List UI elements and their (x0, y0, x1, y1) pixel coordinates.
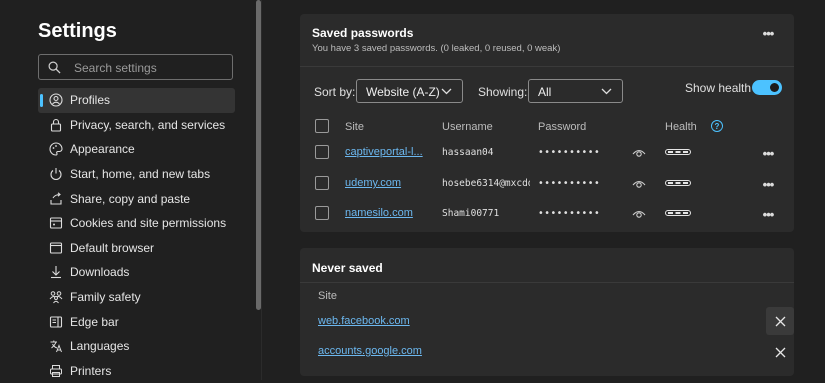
column-header-username: Username (442, 121, 493, 133)
row-more-options-icon[interactable]: ••• (758, 146, 778, 161)
lock-icon (48, 117, 64, 133)
row-more-options-icon[interactable]: ••• (758, 207, 778, 222)
select-all-checkbox[interactable] (315, 119, 329, 133)
sidebar-item-label: Printers (70, 363, 112, 378)
health-strong-icon (665, 149, 691, 155)
share-icon (48, 191, 64, 207)
search-input[interactable] (72, 58, 226, 78)
saved-passwords-title: Saved passwords (312, 26, 414, 40)
username-value: hosebe6314@mxcdd (442, 178, 530, 189)
download-icon (48, 264, 64, 280)
chevron-down-icon (441, 88, 452, 95)
sort-value: Website (A-Z) (366, 85, 440, 99)
show-health-toggle[interactable] (752, 80, 782, 95)
column-header-site: Site (318, 290, 337, 302)
sidebar-item-label: Default browser (70, 240, 155, 255)
row-checkbox[interactable] (315, 145, 329, 159)
saved-passwords-summary: You have 3 saved passwords. (0 leaked, 0… (312, 43, 561, 54)
password-value: •••••••••• (538, 147, 601, 158)
eye-icon[interactable] (632, 148, 646, 158)
site-link[interactable]: namesilo.com (345, 207, 413, 219)
close-icon (775, 347, 785, 357)
sidebar: Settings Profiles Privacy, search, and s… (0, 0, 255, 380)
help-icon[interactable]: ? (711, 120, 723, 132)
palette-icon (48, 141, 64, 157)
column-header-password: Password (538, 121, 587, 133)
cookie-icon (48, 215, 64, 231)
site-link[interactable]: captiveportal-l... (345, 146, 423, 158)
sidebar-item-start-home[interactable]: Start, home, and new tabs (38, 162, 235, 187)
username-value: hassaan04 (442, 147, 494, 158)
column-header-health: Health (665, 121, 697, 133)
sidebar-item-downloads[interactable]: Downloads (38, 260, 235, 285)
sidebar-item-label: Edge bar (70, 314, 119, 329)
row-more-options-icon[interactable]: ••• (758, 177, 778, 192)
sort-dropdown[interactable]: Website (A-Z) (356, 79, 463, 103)
family-icon (48, 289, 64, 305)
showing-label: Showing: (478, 85, 528, 99)
sidebar-item-label: Appearance (70, 142, 135, 157)
search-icon (48, 61, 61, 74)
sidebar-item-label: Downloads (70, 265, 130, 280)
more-options-icon[interactable]: ••• (758, 26, 778, 41)
password-value: •••••••••• (538, 208, 601, 219)
showing-value: All (538, 85, 552, 99)
chevron-down-icon (601, 88, 612, 95)
sidebar-item-privacy[interactable]: Privacy, search, and services (38, 113, 235, 138)
eye-icon[interactable] (632, 209, 646, 219)
edge-bar-icon (48, 314, 64, 330)
sort-label: Sort by: (314, 85, 356, 99)
row-checkbox[interactable] (315, 176, 329, 190)
divider (300, 66, 794, 67)
sidebar-nav: Profiles Privacy, search, and services A… (38, 88, 235, 383)
health-strong-icon (665, 180, 691, 186)
page-title: Settings (38, 20, 117, 42)
sidebar-item-printers[interactable]: Printers (38, 359, 235, 383)
site-link[interactable]: udemy.com (345, 177, 401, 189)
password-value: •••••••••• (538, 178, 601, 189)
row-checkbox[interactable] (315, 206, 329, 220)
sidebar-item-profiles[interactable]: Profiles (38, 88, 235, 113)
browser-icon (48, 240, 64, 256)
remove-button[interactable] (766, 307, 794, 335)
never-saved-site-link[interactable]: accounts.google.com (318, 345, 422, 357)
sidebar-item-family-safety[interactable]: Family safety (38, 285, 235, 310)
sidebar-item-label: Start, home, and new tabs (70, 167, 211, 182)
show-health-label: Show health (685, 81, 752, 95)
language-icon (48, 338, 64, 354)
column-header-site: Site (345, 121, 364, 133)
remove-button[interactable] (766, 338, 794, 366)
sidebar-item-cookies[interactable]: Cookies and site permissions (38, 211, 235, 236)
sidebar-item-label: Share, copy and paste (70, 191, 191, 206)
never-saved-site-link[interactable]: web.facebook.com (318, 315, 410, 327)
divider (261, 0, 262, 380)
power-icon (48, 166, 64, 182)
search-box[interactable] (38, 54, 233, 80)
sidebar-item-label: Profiles (70, 93, 111, 108)
health-strong-icon (665, 210, 691, 216)
sidebar-item-label: Cookies and site permissions (70, 216, 227, 231)
printer-icon (48, 363, 64, 379)
never-saved-card: Never saved Site web.facebook.com accoun… (300, 248, 794, 376)
sidebar-item-label: Privacy, search, and services (70, 117, 226, 132)
sidebar-item-share[interactable]: Share, copy and paste (38, 186, 235, 211)
username-value: Shami00771 (442, 208, 500, 219)
eye-icon[interactable] (632, 179, 646, 189)
showing-dropdown[interactable]: All (528, 79, 623, 103)
saved-passwords-card: Saved passwords You have 3 saved passwor… (300, 14, 794, 232)
sidebar-item-default-browser[interactable]: Default browser (38, 236, 235, 261)
sidebar-item-label: Family safety (70, 290, 141, 305)
profile-icon (48, 92, 64, 108)
divider (300, 282, 794, 283)
close-icon (775, 316, 785, 326)
sidebar-item-languages[interactable]: Languages (38, 334, 235, 359)
sidebar-item-edge-bar[interactable]: Edge bar (38, 309, 235, 334)
never-saved-title: Never saved (312, 261, 383, 275)
sidebar-item-appearance[interactable]: Appearance (38, 137, 235, 162)
sidebar-item-label: Languages (70, 339, 130, 354)
